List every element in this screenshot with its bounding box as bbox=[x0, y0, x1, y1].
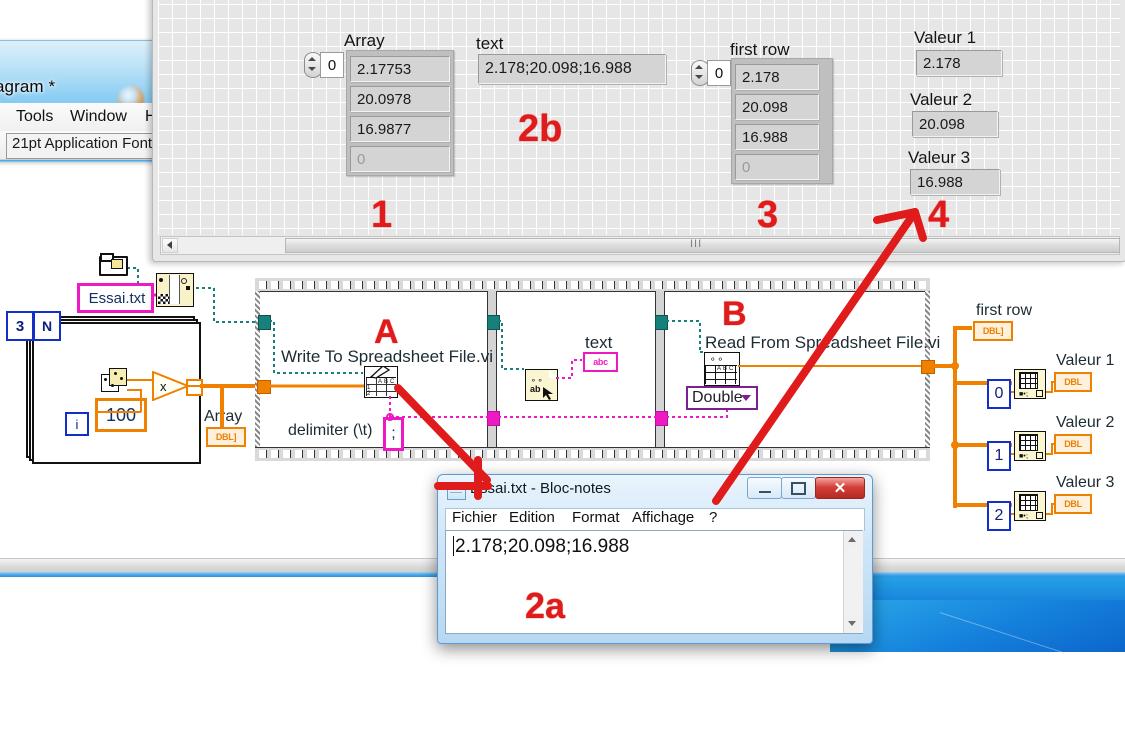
index-array-node-1-icon[interactable]: ■•⁏ bbox=[1014, 431, 1046, 461]
notepad-content: 2.178;20.098;16.988 bbox=[455, 536, 630, 557]
scroll-left-arrow-icon[interactable] bbox=[162, 238, 178, 253]
write-to-spreadsheet-file-vi-icon[interactable]: ABC 1 2 bbox=[364, 366, 398, 398]
loop-count-constant[interactable]: 3 bbox=[6, 311, 34, 341]
scroll-down-arrow-icon[interactable] bbox=[845, 616, 860, 631]
loop-n-terminal: N bbox=[33, 311, 61, 341]
annotation-A: A bbox=[374, 313, 399, 351]
chevron-down-icon[interactable] bbox=[741, 395, 751, 401]
tunnel-magenta-2 bbox=[655, 411, 668, 426]
index-constant-1[interactable]: 1 bbox=[987, 441, 1011, 471]
index-constant-0[interactable]: 0 bbox=[987, 379, 1011, 409]
minimize-button[interactable] bbox=[747, 477, 782, 499]
valeur-3-label: Valeur 3 bbox=[908, 148, 971, 167]
text-terminal-type: abc bbox=[593, 357, 608, 367]
text-terminal-label: text bbox=[585, 333, 613, 352]
loop-i-terminal: i bbox=[65, 412, 89, 436]
valeur-3-terminal-label: Valeur 3 bbox=[1056, 474, 1115, 491]
read-type-enum-label: Double bbox=[692, 389, 743, 406]
first-row-index-value[interactable]: 0 bbox=[707, 60, 731, 86]
menu-item-fichier[interactable]: Fichier bbox=[452, 509, 497, 526]
notepad-title: Essai.txt - Bloc-notes bbox=[470, 480, 611, 497]
array-cell-3[interactable]: 0 bbox=[350, 146, 450, 172]
font-selector[interactable]: 21pt Application Font bbox=[6, 133, 163, 159]
tunnel-orange-2 bbox=[921, 360, 935, 374]
valeur-2-label: Valeur 2 bbox=[910, 90, 973, 109]
array-terminal[interactable]: DBL] bbox=[206, 427, 246, 447]
labview-diagram-title: agram * bbox=[0, 77, 56, 96]
annotation-2a: 2a bbox=[525, 585, 566, 626]
index-array-node-2-icon[interactable]: ■•⁏ bbox=[1014, 491, 1046, 521]
open-create-replace-file-vi-icon[interactable] bbox=[156, 273, 194, 307]
menu-item-format[interactable]: Format bbox=[572, 509, 620, 526]
tunnel-orange-1 bbox=[257, 380, 271, 394]
read-type-enum[interactable]: Double bbox=[686, 386, 758, 410]
read-vi-label: Read From Spreadsheet File.vi bbox=[705, 333, 941, 352]
first-row-label: first row bbox=[730, 40, 790, 59]
tunnel-magenta-1 bbox=[487, 411, 500, 426]
text-indicator-value: 2.178;20.098;16.988 bbox=[478, 54, 666, 84]
close-button[interactable]: ✕ bbox=[815, 477, 865, 499]
tunnel-teal-2 bbox=[487, 315, 500, 330]
text-terminal[interactable]: abc bbox=[583, 352, 618, 372]
array-index-value[interactable]: 0 bbox=[320, 52, 344, 78]
annotation-2b: 2b bbox=[518, 108, 563, 150]
valeur-1-terminal-label: Valeur 1 bbox=[1056, 352, 1115, 369]
menu-item-tools[interactable]: Tools bbox=[16, 106, 53, 128]
annotation-4: 4 bbox=[928, 194, 950, 236]
multiply-node[interactable]: x bbox=[152, 370, 191, 402]
menu-item-affichage[interactable]: Affichage bbox=[632, 509, 694, 526]
autoindex-tunnel bbox=[186, 379, 203, 396]
annotation-B: B bbox=[722, 295, 747, 333]
read-file-text-vi-icon[interactable]: ⚬⚬ ab bbox=[525, 369, 558, 401]
multiplier-constant[interactable]: 100 bbox=[95, 398, 147, 432]
folder-icon bbox=[99, 253, 128, 276]
menu-item-aide[interactable]: ? bbox=[709, 509, 717, 526]
valeur-1-terminal[interactable]: DBL bbox=[1054, 372, 1092, 392]
valeur-3-terminal[interactable]: DBL bbox=[1054, 494, 1092, 514]
delimiter-constant[interactable]: ; bbox=[383, 417, 404, 451]
first-row-terminal[interactable]: DBL] bbox=[973, 321, 1013, 341]
array-terminal-label: Array bbox=[204, 408, 243, 425]
first-row-cell-0[interactable]: 2.178 bbox=[735, 64, 819, 90]
valeur-1-label: Valeur 1 bbox=[914, 28, 977, 47]
tunnel-teal-1 bbox=[258, 315, 271, 330]
first-row-cell-3[interactable]: 0 bbox=[735, 154, 819, 180]
index-constant-2[interactable]: 2 bbox=[987, 501, 1011, 531]
menu-item-window[interactable]: Window bbox=[70, 106, 127, 128]
font-selector-label: 21pt Application Font bbox=[12, 135, 153, 152]
valeur-2-terminal[interactable]: DBL bbox=[1054, 434, 1092, 454]
first-row-cell-1[interactable]: 20.098 bbox=[735, 94, 819, 120]
array-control-label: Array bbox=[344, 31, 385, 50]
text-caret bbox=[453, 536, 454, 556]
read-from-spreadsheet-file-vi-icon[interactable]: ⚬⚬ ABC bbox=[704, 352, 740, 386]
file-path-constant[interactable]: Essai.txt bbox=[77, 283, 154, 313]
first-row-terminal-label: first row bbox=[976, 302, 1032, 319]
valeur-2-terminal-label: Valeur 2 bbox=[1056, 414, 1115, 431]
delimiter-label: delimiter (\t) bbox=[288, 422, 373, 439]
valeur-2-value: 20.098 bbox=[912, 111, 998, 137]
scrollbar-grip: III bbox=[690, 238, 703, 250]
valeur-1-value: 2.178 bbox=[916, 50, 1002, 76]
notepad-app-icon bbox=[447, 482, 466, 500]
valeur-3-value: 16.988 bbox=[910, 169, 1000, 195]
maximize-button[interactable] bbox=[781, 477, 816, 499]
scrollbar-thumb[interactable] bbox=[285, 238, 1120, 253]
random-number-icon[interactable] bbox=[101, 368, 127, 392]
text-indicator-label: text bbox=[476, 34, 504, 53]
first-row-cell-2[interactable]: 16.988 bbox=[735, 124, 819, 150]
scroll-up-arrow-icon[interactable] bbox=[845, 533, 860, 548]
array-cell-2[interactable]: 16.9877 bbox=[350, 116, 450, 142]
menu-item-edition[interactable]: Edition bbox=[509, 509, 555, 526]
tunnel-teal-3 bbox=[655, 315, 668, 330]
array-cell-0[interactable]: 2.17753 bbox=[350, 56, 450, 82]
array-cell-1[interactable]: 20.0978 bbox=[350, 86, 450, 112]
annotation-1: 1 bbox=[371, 194, 393, 236]
index-array-node-0-icon[interactable]: ■•⁏ bbox=[1014, 369, 1046, 399]
annotation-3: 3 bbox=[757, 194, 779, 236]
